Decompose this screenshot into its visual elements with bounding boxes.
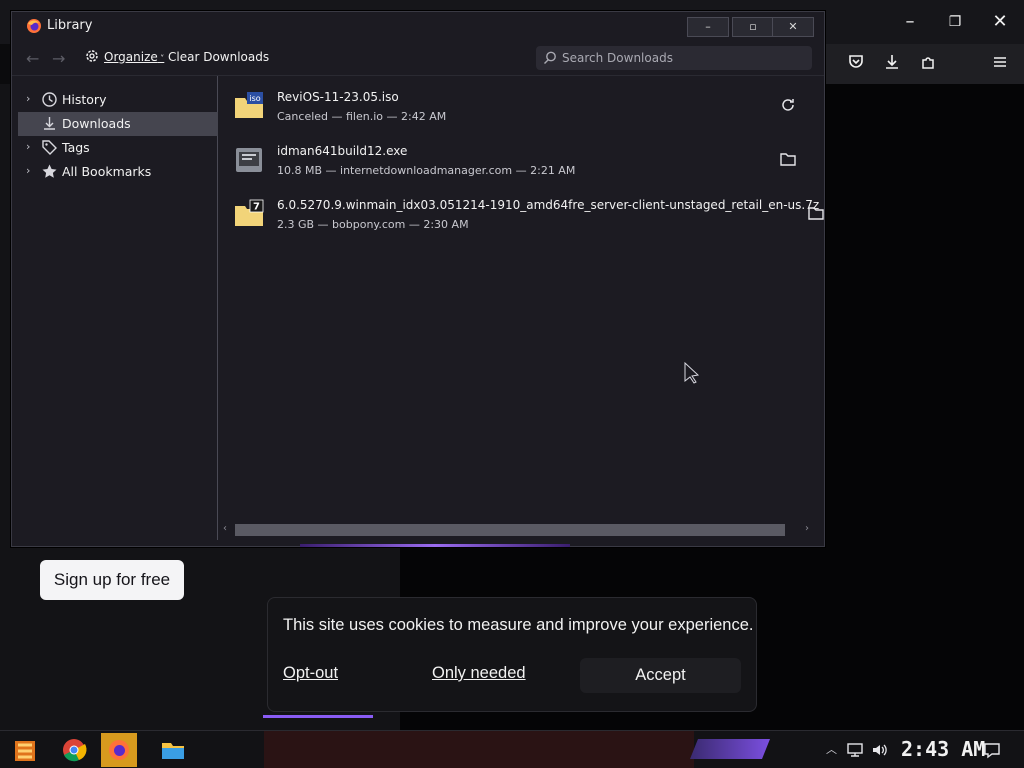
- sidebar-item-downloads[interactable]: Downloads: [18, 112, 218, 136]
- cookie-progress-bar: [263, 715, 373, 718]
- 7z-file-icon: 7: [233, 198, 265, 230]
- gear-icon: [86, 50, 98, 62]
- library-maximize-button[interactable]: ▫: [732, 17, 774, 37]
- download-filename: idman641build12.exe: [277, 144, 408, 158]
- window-preview-thumbnail: [264, 731, 694, 768]
- sidebar-item-label: All Bookmarks: [62, 164, 152, 179]
- folder-icon[interactable]: [807, 204, 825, 222]
- network-icon[interactable]: [846, 741, 864, 759]
- notification-icon[interactable]: [983, 741, 1001, 759]
- taskbar-decoration: [690, 739, 770, 759]
- organize-button[interactable]: Organize ˅: [84, 48, 164, 64]
- download-filename: ReviOS-11-23.05.iso: [277, 90, 399, 104]
- chevron-right-icon[interactable]: ›: [26, 92, 30, 105]
- chevron-right-icon[interactable]: ›: [26, 164, 30, 177]
- cookie-message: This site uses cookies to measure and im…: [283, 616, 754, 634]
- opt-out-link[interactable]: Opt-out: [283, 664, 338, 683]
- download-icon[interactable]: [882, 52, 906, 76]
- search-icon: [544, 51, 556, 64]
- scrollbar-thumb[interactable]: [235, 524, 785, 536]
- library-titlebar[interactable]: Library – ▫ ✕: [12, 12, 824, 40]
- browser-maximize-button[interactable]: ❐: [935, 8, 975, 36]
- organize-label: Organize: [104, 50, 158, 64]
- menu-icon[interactable]: [990, 52, 1014, 76]
- sidebar-item-tags[interactable]: › Tags: [18, 136, 218, 160]
- sidebar-item-label: Tags: [62, 140, 90, 155]
- download-details: Canceled — filen.io — 2:42 AM: [277, 110, 447, 123]
- back-arrow-icon[interactable]: ←: [26, 49, 39, 68]
- mouse-cursor-icon: [684, 362, 700, 384]
- firefox-icon: [109, 740, 129, 760]
- firefox-icon: [27, 19, 41, 33]
- library-close-button[interactable]: ✕: [772, 17, 814, 37]
- download-icon: [41, 115, 58, 132]
- taskbar-clock[interactable]: 2:43 AM: [901, 737, 985, 761]
- chevron-down-icon: ˅: [157, 54, 165, 63]
- download-item[interactable]: 7 6.0.5270.9.winmain_idx03.051214-1910_am…: [219, 188, 824, 242]
- library-window: Library – ▫ ✕ ← → Organize ˅ Clear Downl…: [11, 11, 825, 547]
- exe-file-icon: [233, 144, 265, 176]
- sidebar-item-all-bookmarks[interactable]: › All Bookmarks: [18, 160, 218, 184]
- download-details: 2.3 GB — bobpony.com — 2:30 AM: [277, 218, 469, 231]
- library-sidebar: › History Downloads › Tags › All Bookmarks: [18, 76, 218, 540]
- scroll-left-icon[interactable]: ‹: [223, 523, 227, 534]
- browser-minimize-button[interactable]: –: [890, 8, 930, 36]
- extensions-icon[interactable]: [919, 52, 943, 76]
- sidebar-item-label: Downloads: [62, 116, 131, 131]
- pocket-icon[interactable]: [846, 52, 870, 76]
- search-placeholder: Search Downloads: [562, 51, 673, 65]
- svg-text:iso: iso: [249, 94, 260, 103]
- retry-icon[interactable]: [779, 96, 797, 114]
- tags-icon: [41, 139, 58, 156]
- volume-icon[interactable]: [871, 741, 889, 759]
- firefox-taskbar-button[interactable]: [101, 733, 137, 767]
- chevron-up-icon[interactable]: ︿: [826, 741, 844, 759]
- library-toolbar: ← → Organize ˅ Clear Downloads Search Do…: [12, 40, 824, 76]
- clear-downloads-button[interactable]: Clear Downloads: [168, 50, 269, 64]
- download-item[interactable]: idman641build12.exe 10.8 MB — internetdow…: [219, 134, 818, 188]
- forward-arrow-icon[interactable]: →: [52, 49, 65, 68]
- svg-text:7: 7: [253, 202, 260, 213]
- chevron-right-icon[interactable]: ›: [26, 140, 30, 153]
- downloads-list: iso ReviOS-11-23.05.iso Canceled — filen.i…: [219, 76, 824, 540]
- sign-up-button[interactable]: Sign up for free: [40, 560, 184, 600]
- scroll-right-icon[interactable]: ›: [805, 523, 809, 534]
- library-minimize-button[interactable]: –: [687, 17, 729, 37]
- horizontal-scrollbar[interactable]: ‹ ›: [219, 522, 818, 538]
- star-icon: [41, 163, 58, 180]
- download-filename: 6.0.5270.9.winmain_idx03.051214-1910_amd…: [277, 198, 820, 212]
- sidebar-item-label: History: [62, 92, 107, 107]
- download-details: 10.8 MB — internetdownloadmanager.com — …: [277, 164, 576, 177]
- download-item[interactable]: iso ReviOS-11-23.05.iso Canceled — filen.i…: [219, 80, 818, 134]
- start-icon[interactable]: [6, 733, 42, 767]
- accept-button[interactable]: Accept: [580, 658, 741, 693]
- iso-file-icon: iso: [233, 90, 265, 122]
- chrome-icon[interactable]: [56, 733, 92, 767]
- file-explorer-icon[interactable]: [155, 733, 191, 767]
- browser-close-button[interactable]: ✕: [980, 8, 1020, 36]
- taskbar: ︿ 2:43 AM: [0, 730, 1024, 768]
- window-glow: [300, 544, 570, 547]
- folder-icon[interactable]: [779, 150, 797, 168]
- cookie-banner: This site uses cookies to measure and im…: [267, 597, 757, 712]
- sidebar-item-history[interactable]: › History: [18, 88, 218, 112]
- clock-icon: [41, 91, 58, 108]
- only-needed-link[interactable]: Only needed: [432, 664, 526, 683]
- search-input[interactable]: Search Downloads: [536, 46, 812, 70]
- library-title: Library: [47, 18, 93, 33]
